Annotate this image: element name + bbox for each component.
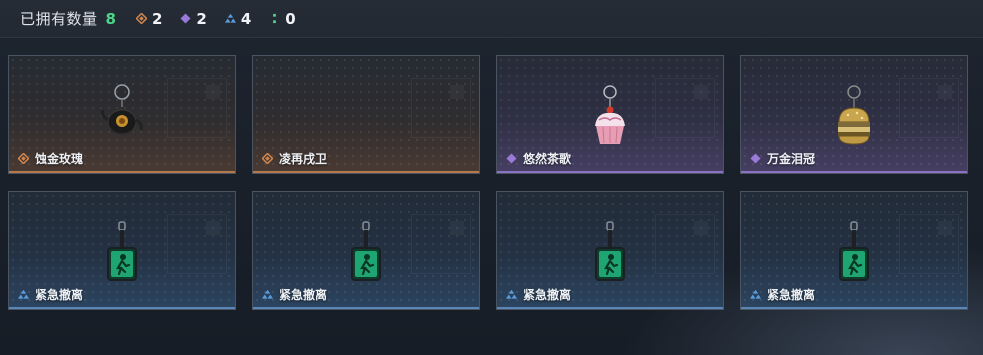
stat-purple: 2 <box>180 9 207 28</box>
stat-green-value: 0 <box>285 9 296 28</box>
item-name: 蚀金玫瑰 <box>35 152 84 166</box>
green-exit-sign-charm-icon <box>595 221 625 281</box>
stat-green: 0 <box>269 9 296 28</box>
owned-count-label: 已拥有数量 <box>20 10 98 28</box>
green-exit-sign-charm-icon <box>839 221 869 281</box>
blue-triangle-rarity-icon <box>506 289 517 299</box>
stat-blue: 4 <box>224 9 252 28</box>
green-exit-sign-charm-icon <box>351 221 381 281</box>
blue-triangle-rarity-icon <box>18 289 29 299</box>
stat-orange-value: 2 <box>151 9 163 28</box>
item-name: 紧急撤离 <box>35 288 84 302</box>
stat-orange: 2 <box>135 9 163 28</box>
orange-diamond-rarity-icon <box>18 153 29 164</box>
green-exit-sign-charm-icon <box>107 221 137 281</box>
item-name: 紧急撤离 <box>279 288 328 302</box>
green-dots-rarity-icon <box>273 13 277 24</box>
item-grid: 蚀金玫瑰 凌再戌卫 悠然茶歌 万金泪冠 紧急撤离 紧急撤离 紧急撤离 紧急撤离 <box>8 55 968 310</box>
item-card[interactable]: 蚀金玫瑰 <box>8 55 236 174</box>
item-card[interactable]: 紧急撤离 <box>496 191 724 310</box>
blue-triangle-rarity-icon <box>750 289 761 299</box>
item-card[interactable]: 凌再戌卫 <box>252 55 480 174</box>
item-card[interactable]: 悠然茶歌 <box>496 55 724 174</box>
purple-diamond-rarity-icon <box>750 153 761 164</box>
blue-triangle-rarity-icon <box>224 13 236 23</box>
orange-diamond-rarity-icon <box>135 13 147 24</box>
item-card[interactable]: 万金泪冠 <box>740 55 968 174</box>
owned-count-value: 8 <box>105 9 116 28</box>
stat-blue-value: 4 <box>240 9 252 28</box>
item-name: 紧急撤离 <box>523 288 572 302</box>
cupcake-charm-icon <box>595 85 625 144</box>
orange-diamond-rarity-icon <box>262 153 273 164</box>
purple-diamond-rarity-icon <box>180 13 191 24</box>
item-card[interactable]: 紧急撤离 <box>740 191 968 310</box>
item-name: 万金泪冠 <box>767 152 816 166</box>
stat-purple-value: 2 <box>196 9 207 28</box>
purple-diamond-rarity-icon <box>506 153 517 164</box>
item-name: 悠然茶歌 <box>523 152 572 166</box>
item-name: 紧急撤离 <box>767 288 816 302</box>
gold-burger-charm-icon <box>838 85 870 145</box>
item-card[interactable]: 紧急撤离 <box>8 191 236 310</box>
item-name: 凌再戌卫 <box>279 152 328 166</box>
collection-header: 已拥有数量 8 2 2 4 0 <box>0 0 983 38</box>
item-card[interactable]: 紧急撤离 <box>252 191 480 310</box>
blue-triangle-rarity-icon <box>262 289 273 299</box>
black-rose-teapot-charm-icon <box>101 84 143 135</box>
